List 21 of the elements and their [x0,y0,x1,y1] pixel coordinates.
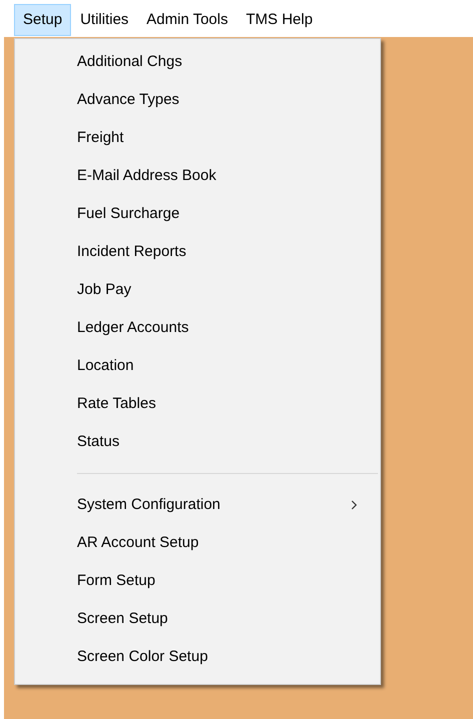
menu-option[interactable]: Location [17,347,378,385]
menu-item[interactable]: Setup [14,4,72,36]
menu-option[interactable]: Screen Color Setup [17,638,378,676]
menu-option[interactable]: Freight [17,119,378,157]
menu-option[interactable]: Incident Reports [17,233,378,271]
menu-option[interactable]: Additional Chgs [17,43,378,81]
menu-option[interactable]: AR Account Setup [17,524,378,562]
menu-option[interactable]: Form Setup [17,562,378,600]
menu-item[interactable]: Admin Tools [138,4,237,36]
menu-option[interactable]: Status [17,423,378,461]
menu-option[interactable]: E-Mail Address Book [17,157,378,195]
menu-option[interactable]: Rate Tables [17,385,378,423]
submenu-option[interactable]: System Configuration [17,486,378,524]
menu-option[interactable]: Job Pay [17,271,378,309]
menu-option[interactable]: Fuel Surcharge [17,195,378,233]
menu-option[interactable]: Screen Setup [17,600,378,638]
menu-item[interactable]: Utilities [71,4,138,36]
menu-option[interactable]: Ledger Accounts [17,309,378,347]
menu-item[interactable]: TMS Help [236,4,322,36]
menu-option[interactable]: Advance Types [17,81,378,119]
chevron-right-icon [350,499,358,511]
